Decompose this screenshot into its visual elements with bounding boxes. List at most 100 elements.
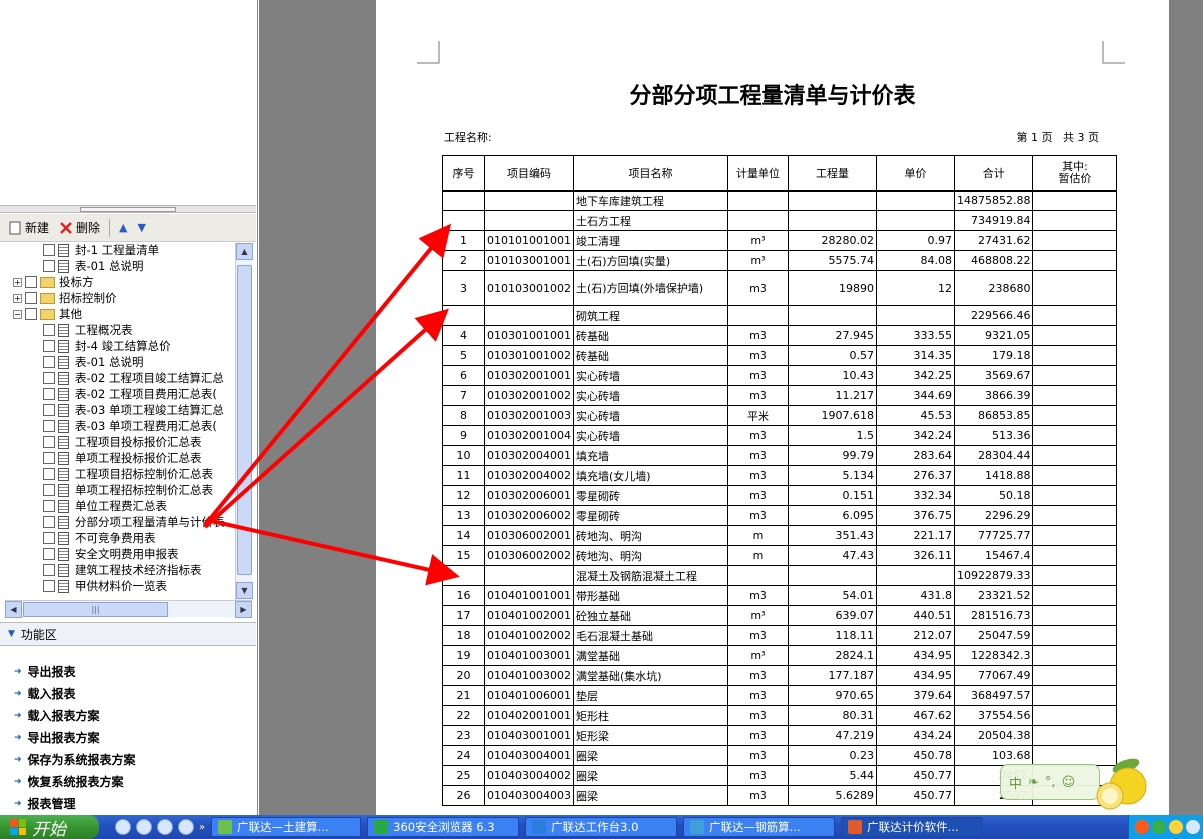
tree-checkbox[interactable] xyxy=(25,292,37,304)
taskbar-item[interactable]: 360安全浏览器 6.3 xyxy=(367,817,520,837)
function-item[interactable]: ➜ 报表管理 xyxy=(14,795,76,812)
tree-checkbox[interactable] xyxy=(43,436,55,448)
table-cell: 379.64 xyxy=(875,685,955,706)
tree-checkbox[interactable] xyxy=(25,276,37,288)
app-icon[interactable] xyxy=(136,819,152,835)
arrow-right-icon: ➜ xyxy=(14,754,22,765)
tree-checkbox[interactable] xyxy=(43,516,55,528)
expand-icon[interactable]: + xyxy=(13,293,22,303)
tree-item[interactable]: 表-03 单项工程竣工结算汇总 xyxy=(43,402,224,418)
move-down-button[interactable]: ▼ xyxy=(135,219,149,236)
function-item[interactable]: ➜ 保存为系统报表方案 xyxy=(14,751,136,768)
report-title: 分部分项工程量清单与计价表 xyxy=(629,84,916,109)
tree-item[interactable]: 表-01 总说明 xyxy=(43,258,143,274)
expand-icon[interactable]: + xyxy=(13,277,22,287)
taskbar-item[interactable]: 广联达计价软件... xyxy=(841,817,984,837)
function-item[interactable]: ➜ 导出报表方案 xyxy=(14,729,100,746)
tree-item[interactable]: 工程概况表 xyxy=(43,322,133,338)
h-scroll-thumb[interactable]: ||| xyxy=(23,602,168,617)
tree-item[interactable]: 封-1 工程量清单 xyxy=(43,243,159,258)
table-cell xyxy=(1032,250,1118,271)
tree-checkbox[interactable] xyxy=(43,484,55,496)
tray-app-icon[interactable] xyxy=(1135,820,1149,834)
taskbar-item[interactable]: 广联达—钢筋算... xyxy=(683,817,836,837)
tree-checkbox[interactable] xyxy=(43,244,55,256)
tree-checkbox[interactable] xyxy=(43,372,55,384)
tree-item[interactable]: 工程项目投标报价汇总表 xyxy=(43,434,202,450)
scroll-left-button[interactable]: ◀ xyxy=(5,601,22,618)
taskbar-item[interactable]: 广联达工作台3.0 xyxy=(525,817,678,837)
table-cell: 376.75 xyxy=(875,505,955,526)
tree-checkbox[interactable] xyxy=(43,404,55,416)
tree-checkbox[interactable] xyxy=(43,468,55,480)
table-cell: 23 xyxy=(442,725,485,746)
tree-horizontal-scrollbar[interactable]: ◀ ||| ▶ xyxy=(5,600,252,618)
tree-checkbox[interactable] xyxy=(43,324,55,336)
tray-qq-icon[interactable] xyxy=(1169,820,1183,834)
browser-icon[interactable] xyxy=(157,819,173,835)
tree-item[interactable]: 安全文明费用申报表 xyxy=(43,546,179,562)
function-item[interactable]: ➜ 导出报表 xyxy=(14,663,76,680)
browser-icon[interactable] xyxy=(115,819,131,835)
tree-item[interactable]: 甲供材料价一览表 xyxy=(43,578,167,594)
tree-item[interactable]: 表-01 总说明 xyxy=(43,354,143,370)
new-button[interactable]: 新建 xyxy=(6,217,52,238)
ime-toolbar[interactable]: 中 ❧ °, ☺ xyxy=(1000,764,1100,800)
delete-button[interactable]: 删除 xyxy=(56,217,103,238)
tree-checkbox[interactable] xyxy=(43,420,55,432)
function-item[interactable]: ➜ 载入报表方案 xyxy=(14,707,100,724)
tree-item[interactable]: 单位工程费汇总表 xyxy=(43,498,167,514)
function-item[interactable]: ➜ 恢复系统报表方案 xyxy=(14,773,124,790)
tree-checkbox[interactable] xyxy=(43,564,55,576)
scroll-up-button[interactable]: ▲ xyxy=(236,243,253,260)
tree-checkbox[interactable] xyxy=(43,260,55,272)
function-item[interactable]: ➜ 载入报表 xyxy=(14,685,76,702)
tree-item[interactable]: 不可竞争费用表 xyxy=(43,530,156,546)
table-cell xyxy=(442,210,485,231)
scroll-down-button[interactable]: ▼ xyxy=(236,582,253,599)
tree-item[interactable]: 表-02 工程项目费用汇总表( xyxy=(43,386,217,402)
table-cell: 28304.44 xyxy=(953,445,1034,466)
tree-item[interactable]: + 投标方 xyxy=(13,274,94,290)
tree-item[interactable]: 单项工程投标报价汇总表 xyxy=(43,450,202,466)
tray-shield-icon[interactable] xyxy=(1152,820,1166,834)
tree-checkbox[interactable] xyxy=(43,548,55,560)
splitter[interactable] xyxy=(0,205,256,213)
tree-item[interactable]: 建筑工程技术经济指标表 xyxy=(43,562,202,578)
tree-item[interactable]: 工程项目招标控制价汇总表 xyxy=(43,466,213,482)
scroll-right-button[interactable]: ▶ xyxy=(235,601,252,618)
tree-checkbox[interactable] xyxy=(43,500,55,512)
lemon-skin-icon xyxy=(1096,758,1147,810)
tree-checkbox[interactable] xyxy=(25,308,37,320)
tree-item[interactable]: 单项工程招标控制价汇总表 xyxy=(43,482,213,498)
tree-item[interactable]: + 招标控制价 xyxy=(13,290,117,306)
table-header-row: 序号 项目编码 项目名称 计量单位 工程量 单价 合计 其中: 暂估价 xyxy=(442,155,1118,191)
tree-checkbox[interactable] xyxy=(43,580,55,592)
tree-item[interactable]: − 其他 xyxy=(13,306,82,322)
splitter-grip[interactable] xyxy=(80,207,176,212)
scroll-thumb[interactable] xyxy=(237,265,252,575)
tree-item[interactable]: 表-02 工程项目竣工结算汇总 xyxy=(43,370,224,386)
toolbar: 新建 删除 ▲ ▼ xyxy=(0,214,256,242)
move-up-button[interactable]: ▲ xyxy=(116,219,130,236)
tree-item[interactable]: 封-4 竣工结算总价 xyxy=(43,338,171,354)
app-icon[interactable] xyxy=(178,819,194,835)
start-button[interactable]: 开始 xyxy=(0,815,99,839)
tree-checkbox[interactable] xyxy=(43,532,55,544)
tree-item[interactable]: 分部分项工程量清单与计价表 xyxy=(43,514,225,530)
collapse-icon[interactable]: − xyxy=(13,309,22,319)
tree-checkbox[interactable] xyxy=(43,388,55,400)
table-cell: 15467.4 xyxy=(953,545,1034,566)
top-pane xyxy=(0,0,256,205)
tray-network-icon[interactable] xyxy=(1186,820,1200,834)
function-area-header[interactable]: ▼ 功能区 xyxy=(0,622,256,646)
table-cell: m3 xyxy=(726,505,789,526)
table-cell: 434.24 xyxy=(875,725,955,746)
tree-checkbox[interactable] xyxy=(43,356,55,368)
tree-vertical-scrollbar[interactable]: ▲ ▼ xyxy=(235,243,253,600)
taskbar-item[interactable]: 广联达—土建算... xyxy=(211,817,362,837)
tree-item[interactable]: 表-03 单项工程费用汇总表( xyxy=(43,418,217,434)
tree-checkbox[interactable] xyxy=(43,340,55,352)
tree-checkbox[interactable] xyxy=(43,452,55,464)
system-tray xyxy=(1128,815,1203,839)
